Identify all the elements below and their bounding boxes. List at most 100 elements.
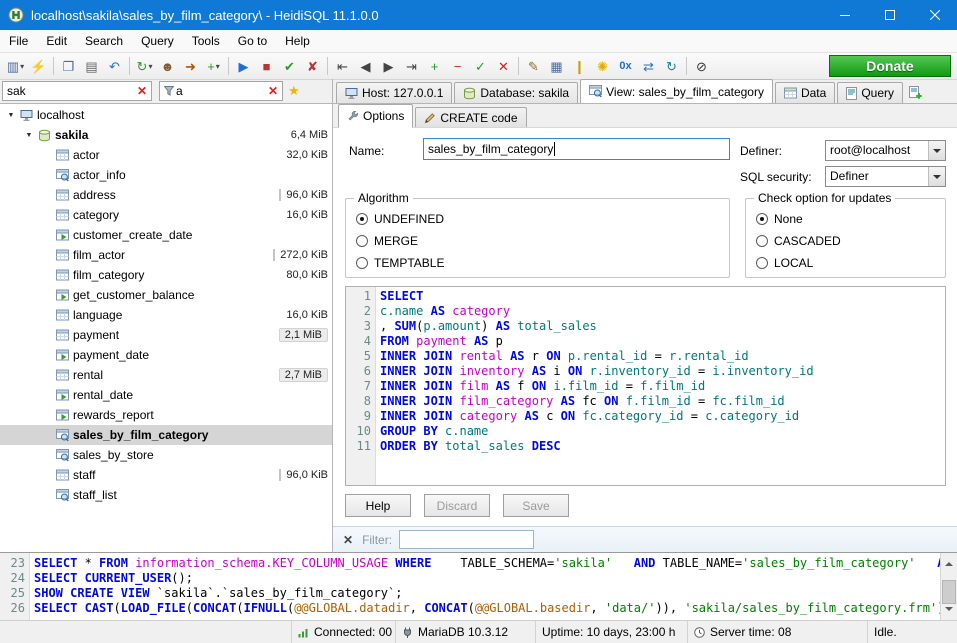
minimize-button[interactable]	[822, 0, 867, 30]
view-body-sql-editor[interactable]: 1SELECT2c.name AS category3, SUM(p.amoun…	[345, 286, 946, 486]
next-record-button[interactable]: ▶	[377, 55, 400, 78]
radio-none[interactable]: None	[756, 212, 803, 226]
post-button[interactable]: ✓	[469, 55, 492, 78]
tree-item-film-actor[interactable]: film_actor272,0 KiB	[0, 245, 332, 265]
view-icon	[56, 489, 69, 502]
donate-button[interactable]: Donate	[829, 55, 951, 77]
sql-log-panel[interactable]: 23SELECT * FROM information_schema.KEY_C…	[0, 552, 957, 620]
tree-expanded-icon[interactable]: ▼	[22, 132, 36, 139]
tree-item-localhost[interactable]: ▼localhost	[0, 105, 332, 125]
menu-help[interactable]: Help	[276, 30, 319, 52]
definer-combo[interactable]: root@localhost	[825, 140, 946, 161]
tree-item-get-customer-balance[interactable]: get_customer_balance	[0, 285, 332, 305]
tree-item-sales-by-film-category[interactable]: sales_by_film_category	[0, 425, 332, 445]
tab-data[interactable]: Data	[775, 82, 835, 103]
help-button[interactable]: Help	[345, 494, 411, 517]
tree-filter-input[interactable]: sak✕	[2, 81, 152, 101]
disconnect-button[interactable]: ⚡	[27, 55, 50, 78]
copy-button[interactable]: ❐	[57, 55, 80, 78]
abort-button[interactable]: ⊘	[690, 55, 713, 78]
combo-arrow-icon[interactable]	[928, 141, 945, 160]
scroll-down-icon[interactable]	[945, 607, 953, 615]
grid-button[interactable]: ▦	[545, 55, 568, 78]
tab-view-sales-by-film-category[interactable]: View: sales_by_film_category	[580, 79, 773, 103]
tree-item-payment-date[interactable]: payment_date	[0, 345, 332, 365]
clear-filter-icon[interactable]: ✕	[135, 84, 149, 98]
tree-item-sakila[interactable]: ▼sakila6,4 MiB	[0, 125, 332, 145]
save-button[interactable]: Save	[503, 494, 569, 517]
menu-query[interactable]: Query	[132, 30, 183, 52]
radio-undefined[interactable]: UNDEFINED	[356, 212, 444, 226]
run-button[interactable]: ▶	[232, 55, 255, 78]
tab-query[interactable]: Query	[837, 82, 903, 103]
subtab-options[interactable]: Options	[338, 104, 413, 128]
maximize-button[interactable]	[867, 0, 912, 30]
discard-button[interactable]: Discard	[424, 494, 490, 517]
print-button[interactable]: ▤	[80, 55, 103, 78]
clear-filter-icon[interactable]: ✕	[266, 84, 280, 98]
insert-record-icon: +	[431, 60, 439, 73]
radio-local[interactable]: LOCAL	[756, 256, 813, 270]
subtab-create-code[interactable]: CREATE code	[415, 107, 526, 127]
stop-button[interactable]: ■	[255, 55, 278, 78]
tree-item-customer-create-date[interactable]: customer_create_date	[0, 225, 332, 245]
editor-filter-input[interactable]	[399, 530, 534, 549]
highlighter-button[interactable]: ❙	[568, 55, 591, 78]
apply-button[interactable]: ✔	[278, 55, 301, 78]
add-object-button[interactable]: +▾	[202, 55, 225, 78]
menu-go-to[interactable]: Go to	[229, 30, 276, 52]
hex-button[interactable]: 0x	[614, 55, 637, 78]
prev-record-button[interactable]: ◀	[354, 55, 377, 78]
user-manager-button[interactable]: ☻	[156, 55, 179, 78]
tree-item-rental[interactable]: rental2,7 MiB	[0, 365, 332, 385]
tree-item-category[interactable]: category16,0 KiB	[0, 205, 332, 225]
new-query-tab-button[interactable]	[905, 82, 926, 103]
tree-item-film-category[interactable]: film_category80,0 KiB	[0, 265, 332, 285]
first-record-button[interactable]: ⇤	[331, 55, 354, 78]
log-scrollbar[interactable]	[940, 553, 957, 620]
last-record-button[interactable]: ⇥	[400, 55, 423, 78]
tree-item-staff[interactable]: staff96,0 KiB	[0, 465, 332, 485]
combo-arrow-icon[interactable]	[928, 167, 945, 186]
menu-edit[interactable]: Edit	[37, 30, 76, 52]
cancel-button[interactable]: ✘	[301, 55, 324, 78]
radio-merge[interactable]: MERGE	[356, 234, 418, 248]
tree-item-actor-info[interactable]: actor_info	[0, 165, 332, 185]
export-button[interactable]: ➜	[179, 55, 202, 78]
tab-host-127-0-0-1[interactable]: Host: 127.0.0.1	[336, 82, 452, 103]
tree-item-rewards-report[interactable]: rewards_report	[0, 405, 332, 425]
tree-item-actor[interactable]: actor32,0 KiB	[0, 145, 332, 165]
bulb-button[interactable]: ✺	[591, 55, 614, 78]
revert-button[interactable]: ✕	[492, 55, 515, 78]
tree-item-rental-date[interactable]: rental_date	[0, 385, 332, 405]
reload-button[interactable]: ↻	[660, 55, 683, 78]
radio-temptable[interactable]: TEMPTABLE	[356, 256, 444, 270]
tree-item-staff-list[interactable]: staff_list	[0, 485, 332, 505]
menu-file[interactable]: File	[0, 30, 37, 52]
menu-search[interactable]: Search	[76, 30, 132, 52]
undo-button[interactable]: ↶	[103, 55, 126, 78]
menu-tools[interactable]: Tools	[183, 30, 229, 52]
sql-security-combo[interactable]: Definer	[825, 166, 946, 187]
close-button[interactable]	[912, 0, 957, 30]
edit-button[interactable]: ✎	[522, 55, 545, 78]
delete-record-button[interactable]: −	[446, 55, 469, 78]
session-manager-button[interactable]: ▥▾	[4, 55, 27, 78]
close-filter-icon[interactable]: ✕	[341, 533, 355, 547]
scroll-thumb[interactable]	[942, 580, 956, 604]
insert-record-button[interactable]: +	[423, 55, 446, 78]
radio-cascaded[interactable]: CASCADED	[756, 234, 841, 248]
tree-item-payment[interactable]: payment2,1 MiB	[0, 325, 332, 345]
tree-item-language[interactable]: language16,0 KiB	[0, 305, 332, 325]
tree-expanded-icon[interactable]: ▼	[4, 112, 18, 119]
favorites-icon[interactable]: ★	[288, 83, 300, 99]
sql-line: 5INNER JOIN rental AS r ON p.rental_id =…	[346, 349, 946, 364]
view-name-input[interactable]: sales_by_film_category	[423, 138, 730, 160]
text-filter-input[interactable]: a✕	[159, 81, 283, 101]
tab-database-sakila[interactable]: Database: sakila	[454, 82, 578, 103]
tree-item-sales-by-store[interactable]: sales_by_store	[0, 445, 332, 465]
refresh-button[interactable]: ↻▾	[133, 55, 156, 78]
swap-button[interactable]: ⇄	[637, 55, 660, 78]
scroll-up-icon[interactable]	[945, 558, 953, 566]
tree-item-address[interactable]: address96,0 KiB	[0, 185, 332, 205]
